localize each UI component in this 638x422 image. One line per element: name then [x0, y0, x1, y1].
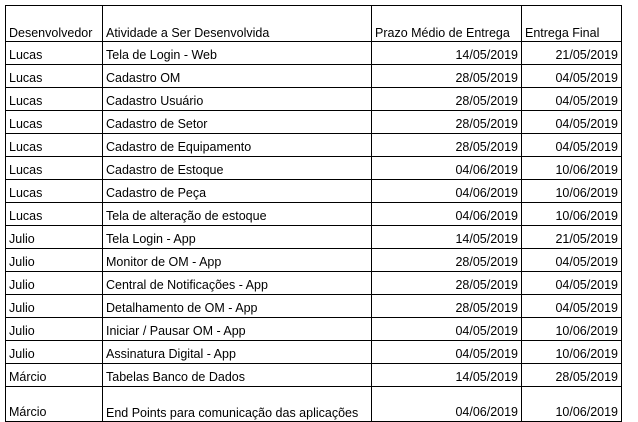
- cell-final-delivery[interactable]: 10/06/2019: [521, 179, 622, 203]
- table-row: Lucas Tela de Login - Web 14/05/2019 21/…: [5, 41, 622, 65]
- cell-final-delivery[interactable]: 10/06/2019: [521, 340, 622, 364]
- cell-activity[interactable]: Cadastro Usuário: [102, 87, 372, 111]
- schedule-table: Desenvolvedor Atividade a Ser Desenvolvi…: [5, 5, 622, 422]
- cell-final-delivery[interactable]: 10/06/2019: [521, 156, 622, 180]
- cell-avg-deadline[interactable]: 28/05/2019: [371, 87, 522, 111]
- table-row: Lucas Tela de alteração de estoque 04/06…: [5, 202, 622, 226]
- cell-final-delivery[interactable]: 04/05/2019: [521, 248, 622, 272]
- cell-developer[interactable]: Lucas: [5, 202, 103, 226]
- cell-developer[interactable]: Julio: [5, 271, 103, 295]
- table-row: Julio Detalhamento de OM - App 28/05/201…: [5, 294, 622, 318]
- cell-final-delivery[interactable]: 04/05/2019: [521, 294, 622, 318]
- cell-developer[interactable]: Márcio: [5, 386, 103, 422]
- cell-activity[interactable]: Iniciar / Pausar OM - App: [102, 317, 372, 341]
- table-row: Julio Tela Login - App 14/05/2019 21/05/…: [5, 225, 622, 249]
- cell-developer[interactable]: Lucas: [5, 156, 103, 180]
- cell-activity[interactable]: Cadastro de Equipamento: [102, 133, 372, 157]
- cell-avg-deadline[interactable]: 04/05/2019: [371, 340, 522, 364]
- cell-avg-deadline[interactable]: 04/05/2019: [371, 317, 522, 341]
- header-row: Desenvolvedor Atividade a Ser Desenvolvi…: [5, 5, 622, 42]
- table-row: Lucas Cadastro de Estoque 04/06/2019 10/…: [5, 156, 622, 180]
- cell-activity[interactable]: Central de Notificações - App: [102, 271, 372, 295]
- table-row: Lucas Cadastro de Setor 28/05/2019 04/05…: [5, 110, 622, 134]
- header-final-delivery[interactable]: Entrega Final: [521, 5, 622, 42]
- cell-avg-deadline[interactable]: 04/06/2019: [371, 386, 522, 422]
- cell-avg-deadline[interactable]: 04/06/2019: [371, 156, 522, 180]
- cell-final-delivery[interactable]: 28/05/2019: [521, 363, 622, 387]
- cell-final-delivery[interactable]: 21/05/2019: [521, 225, 622, 249]
- table-row: Lucas Cadastro de Peça 04/06/2019 10/06/…: [5, 179, 622, 203]
- cell-developer[interactable]: Lucas: [5, 64, 103, 88]
- cell-activity[interactable]: Tela de alteração de estoque: [102, 202, 372, 226]
- cell-final-delivery[interactable]: 04/05/2019: [521, 87, 622, 111]
- cell-avg-deadline[interactable]: 28/05/2019: [371, 133, 522, 157]
- cell-developer[interactable]: Julio: [5, 248, 103, 272]
- table-row: Márcio End Points para comunicação das a…: [5, 386, 622, 422]
- cell-activity[interactable]: Tabelas Banco de Dados: [102, 363, 372, 387]
- cell-avg-deadline[interactable]: 04/06/2019: [371, 179, 522, 203]
- cell-avg-deadline[interactable]: 28/05/2019: [371, 271, 522, 295]
- cell-developer[interactable]: Lucas: [5, 179, 103, 203]
- cell-developer[interactable]: Julio: [5, 317, 103, 341]
- cell-final-delivery[interactable]: 04/05/2019: [521, 64, 622, 88]
- header-avg-deadline[interactable]: Prazo Médio de Entrega: [371, 5, 522, 42]
- cell-developer[interactable]: Lucas: [5, 110, 103, 134]
- cell-avg-deadline[interactable]: 14/05/2019: [371, 41, 522, 65]
- cell-activity[interactable]: Tela de Login - Web: [102, 41, 372, 65]
- cell-developer[interactable]: Julio: [5, 294, 103, 318]
- cell-final-delivery[interactable]: 10/06/2019: [521, 317, 622, 341]
- cell-final-delivery[interactable]: 10/06/2019: [521, 202, 622, 226]
- table-row: Julio Monitor de OM - App 28/05/2019 04/…: [5, 248, 622, 272]
- cell-avg-deadline[interactable]: 14/05/2019: [371, 363, 522, 387]
- header-activity[interactable]: Atividade a Ser Desenvolvida: [102, 5, 372, 42]
- spreadsheet-table-area: Desenvolvedor Atividade a Ser Desenvolvi…: [5, 5, 622, 422]
- cell-avg-deadline[interactable]: 28/05/2019: [371, 294, 522, 318]
- cell-avg-deadline[interactable]: 28/05/2019: [371, 110, 522, 134]
- cell-developer[interactable]: Julio: [5, 225, 103, 249]
- header-developer[interactable]: Desenvolvedor: [5, 5, 103, 42]
- cell-developer[interactable]: Julio: [5, 340, 103, 364]
- table-row: Julio Assinatura Digital - App 04/05/201…: [5, 340, 622, 364]
- cell-final-delivery[interactable]: 21/05/2019: [521, 41, 622, 65]
- cell-activity[interactable]: Assinatura Digital - App: [102, 340, 372, 364]
- cell-activity[interactable]: Cadastro OM: [102, 64, 372, 88]
- table-row: Julio Iniciar / Pausar OM - App 04/05/20…: [5, 317, 622, 341]
- table-row: Julio Central de Notificações - App 28/0…: [5, 271, 622, 295]
- cell-final-delivery[interactable]: 04/05/2019: [521, 110, 622, 134]
- cell-activity[interactable]: Detalhamento de OM - App: [102, 294, 372, 318]
- cell-final-delivery[interactable]: 04/05/2019: [521, 271, 622, 295]
- cell-final-delivery[interactable]: 04/05/2019: [521, 133, 622, 157]
- cell-activity[interactable]: End Points para comunicação das aplicaçõ…: [102, 386, 372, 422]
- table-row: Lucas Cadastro OM 28/05/2019 04/05/2019: [5, 64, 622, 88]
- cell-activity[interactable]: Cadastro de Peça: [102, 179, 372, 203]
- table-row: Lucas Cadastro Usuário 28/05/2019 04/05/…: [5, 87, 622, 111]
- cell-developer[interactable]: Lucas: [5, 133, 103, 157]
- cell-avg-deadline[interactable]: 28/05/2019: [371, 64, 522, 88]
- cell-activity[interactable]: Cadastro de Setor: [102, 110, 372, 134]
- table-row: Márcio Tabelas Banco de Dados 14/05/2019…: [5, 363, 622, 387]
- cell-developer[interactable]: Márcio: [5, 363, 103, 387]
- cell-activity[interactable]: Monitor de OM - App: [102, 248, 372, 272]
- cell-activity[interactable]: Cadastro de Estoque: [102, 156, 372, 180]
- cell-avg-deadline[interactable]: 28/05/2019: [371, 248, 522, 272]
- cell-avg-deadline[interactable]: 14/05/2019: [371, 225, 522, 249]
- cell-activity[interactable]: Tela Login - App: [102, 225, 372, 249]
- cell-avg-deadline[interactable]: 04/06/2019: [371, 202, 522, 226]
- table-row: Lucas Cadastro de Equipamento 28/05/2019…: [5, 133, 622, 157]
- cell-developer[interactable]: Lucas: [5, 87, 103, 111]
- cell-developer[interactable]: Lucas: [5, 41, 103, 65]
- cell-final-delivery[interactable]: 10/06/2019: [521, 386, 622, 422]
